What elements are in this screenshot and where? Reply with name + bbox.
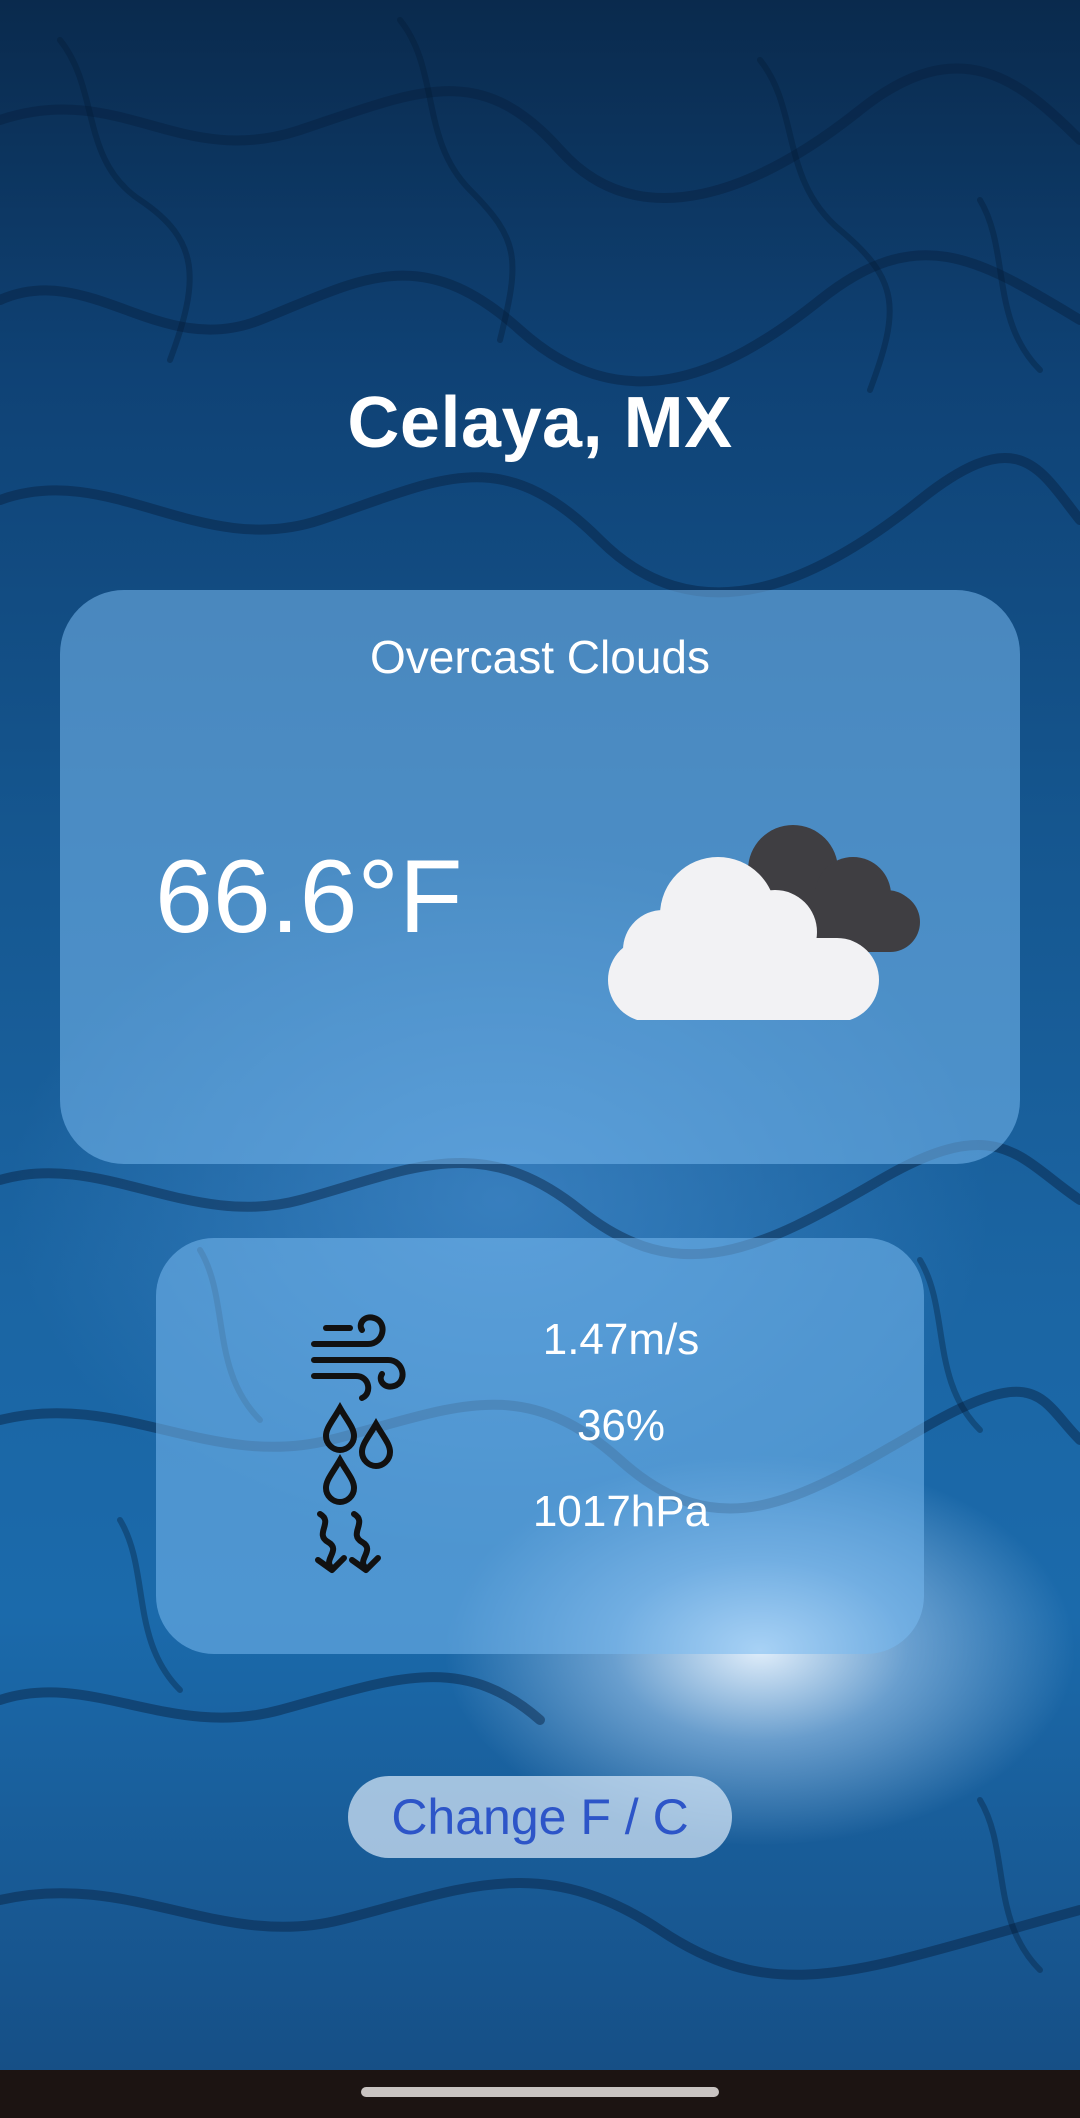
details-icon-stack — [311, 1314, 406, 1573]
wind-speed-value: 1.47m/s — [542, 1315, 700, 1364]
details-values: 1.47m/s 36% 1017hPa — [506, 1318, 736, 1576]
pressure-icon — [315, 1511, 381, 1573]
temperature-value: 66.6°F — [155, 839, 463, 955]
weather-details-card: 1.47m/s 36% 1017hPa — [156, 1238, 924, 1654]
system-navigation-bar — [0, 2070, 1080, 2118]
humidity-value: 36% — [576, 1401, 666, 1450]
overcast-clouds-icon — [608, 825, 920, 1020]
pressure-value: 1017hPa — [532, 1487, 710, 1536]
change-unit-button[interactable]: Change F / C — [348, 1776, 732, 1858]
current-weather-card: Overcast Clouds 66.6°F — [60, 590, 1020, 1164]
wind-icon — [311, 1314, 406, 1401]
weather-description: Overcast Clouds — [369, 631, 710, 683]
city-title: Celaya, MX — [347, 383, 733, 463]
home-gesture-handle[interactable] — [361, 2087, 719, 2097]
humidity-icon — [322, 1401, 394, 1506]
